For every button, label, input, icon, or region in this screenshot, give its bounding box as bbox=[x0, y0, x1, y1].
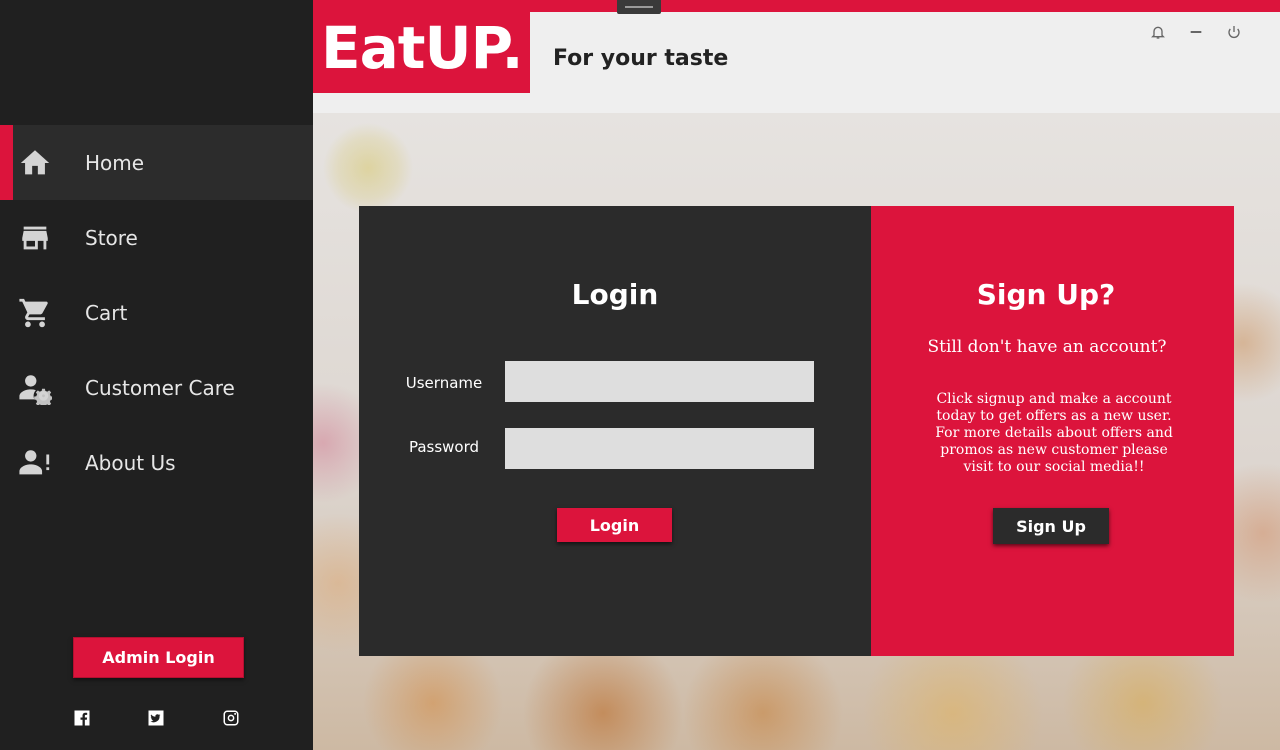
facebook-icon[interactable] bbox=[72, 708, 92, 728]
signup-title: Sign Up? bbox=[976, 278, 1116, 311]
sidebar-item-cart[interactable]: Cart bbox=[0, 275, 313, 350]
username-label: Username bbox=[405, 374, 483, 392]
user-gear-icon bbox=[17, 370, 53, 406]
signup-subtitle: Still don't have an account? bbox=[927, 337, 1167, 357]
sidebar-item-label: Customer Care bbox=[85, 375, 235, 400]
signup-panel: Sign Up? Still don't have an account? Cl… bbox=[871, 206, 1234, 656]
store-icon bbox=[17, 220, 53, 256]
sign-up-button[interactable]: Sign Up bbox=[993, 508, 1109, 544]
twitter-icon[interactable] bbox=[146, 708, 166, 728]
header-accent-strip bbox=[313, 0, 1280, 12]
user-alert-icon bbox=[17, 445, 53, 481]
logo: EatUP. bbox=[313, 12, 530, 93]
username-field[interactable] bbox=[505, 361, 814, 402]
home-icon bbox=[17, 145, 53, 181]
sidebar-nav: Home Store Cart Customer Care About Us bbox=[0, 125, 313, 500]
bell-icon[interactable] bbox=[1148, 22, 1168, 42]
main-content: EatUP. For your taste Login Username Pas… bbox=[313, 0, 1280, 750]
sidebar-item-store[interactable]: Store bbox=[0, 200, 313, 275]
sidebar-item-label: About Us bbox=[85, 450, 176, 475]
power-icon[interactable] bbox=[1224, 22, 1244, 42]
tagline: For your taste bbox=[553, 46, 729, 71]
signup-description: Click signup and make a account today to… bbox=[935, 391, 1173, 475]
instagram-icon[interactable] bbox=[221, 708, 241, 728]
sidebar: Home Store Cart Customer Care About Us A… bbox=[0, 0, 313, 750]
sidebar-item-about-us[interactable]: About Us bbox=[0, 425, 313, 500]
password-label: Password bbox=[408, 438, 480, 456]
sidebar-item-label: Store bbox=[85, 225, 138, 250]
admin-login-button[interactable]: Admin Login bbox=[73, 637, 244, 678]
minimize-icon[interactable] bbox=[1186, 22, 1206, 42]
sidebar-item-label: Cart bbox=[85, 300, 128, 325]
login-panel: Login Username Password Login bbox=[359, 206, 871, 656]
logo-text: EatUP. bbox=[321, 14, 523, 82]
header-bar: EatUP. For your taste bbox=[313, 0, 1280, 113]
sidebar-item-home[interactable]: Home bbox=[0, 125, 313, 200]
sidebar-item-label: Home bbox=[85, 150, 145, 175]
login-title: Login bbox=[571, 278, 659, 311]
window-drag-handle[interactable] bbox=[617, 0, 661, 14]
cart-icon bbox=[17, 295, 53, 331]
password-field[interactable] bbox=[505, 428, 814, 469]
login-button[interactable]: Login bbox=[557, 508, 672, 542]
sidebar-item-customer-care[interactable]: Customer Care bbox=[0, 350, 313, 425]
